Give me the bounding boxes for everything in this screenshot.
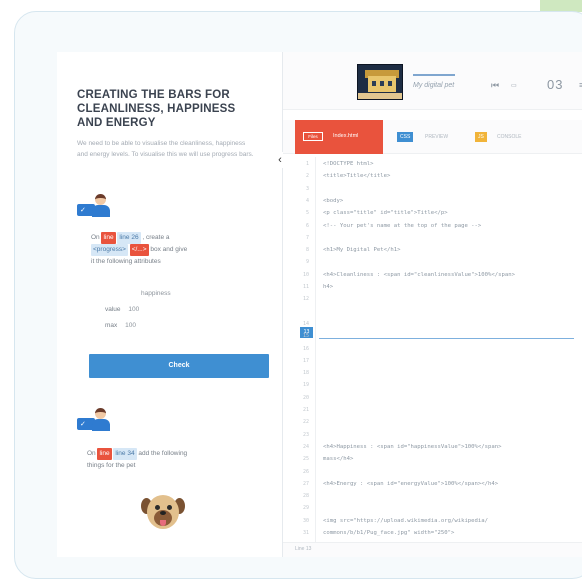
line-number: 11 [302,284,309,290]
line-number: 6 [305,222,309,229]
code-line[interactable]: mass</h4> [323,456,353,462]
lesson-intro: We need to be able to visualise the clea… [77,140,254,158]
line-number: 22 [302,419,309,426]
progress-tag: <progress> [91,244,128,256]
status-text: Line 13 [295,546,312,552]
tab-js[interactable]: JS [475,132,487,142]
album-art [357,64,403,100]
attribute-max: max 100 [105,322,136,329]
attribute-value: value 100 [105,306,140,313]
code-line[interactable]: <h1>My Digital Pet</h1> [323,247,400,253]
line-number: 14 [302,320,309,327]
step-1-suffix: box and give [150,246,188,253]
line-number: 4 [305,197,309,204]
track-progress-bar [413,74,455,76]
line-number: 16 [302,345,309,352]
editor-toolbar: Files Index.html CSS PREVIEW JS CONSOLE [283,120,582,154]
line-number: 26 [302,468,309,475]
line-number: 9 [305,259,309,266]
line-number: 29 [302,505,309,512]
line-number: 17 [302,357,309,364]
line-number: 2 [305,173,309,180]
volume-icon[interactable]: ▭ [511,82,517,89]
device-frame: CREATING THE BARS FOR CLEANLINESS, HAPPI… [14,11,582,579]
line-number: 18 [302,370,309,377]
code-line[interactable]: <title>Title</title> [323,173,390,179]
preview-label[interactable]: PREVIEW [425,132,448,142]
code-line[interactable]: <!DOCTYPE html> [323,161,374,167]
console-label[interactable]: CONSOLE [497,132,521,142]
step-2-instruction: On line line 34 add the following things… [87,448,188,469]
line-number: 3 [305,185,309,192]
editor-status-bar: Line 13 [283,542,582,557]
line-number: 12 [302,296,309,303]
code-line[interactable]: <!-- Your pet's name at the top of the p… [323,223,481,229]
step-1-instruction: On line line 26 , create a <progress> </… [91,232,271,268]
skip-back-icon[interactable]: ⏮ [491,80,499,91]
code-line[interactable]: <h4>Happiness : <span id="happinessValue… [323,444,502,450]
line-number: 30 [302,517,309,524]
line-number: 20 [302,394,309,401]
track-title: My digital pet [413,82,455,89]
code-line[interactable]: h4> [323,284,333,290]
code-line[interactable]: <p class="title" id="title">Title</p> [323,210,448,216]
code-line[interactable]: <h4>Cleanliness : <span id="cleanlinessV… [323,272,515,278]
line-number: 8 [305,247,309,254]
file-tab-active[interactable]: Files Index.html [295,120,383,154]
music-player: My digital pet ⏮ ▭ 03 ≡ [283,52,582,110]
line-number: 28 [302,493,309,500]
close-tag: </...> [129,244,149,256]
step-1-prefix: On [91,234,100,241]
lesson-title: CREATING THE BARS FOR CLEANLINESS, HAPPI… [77,89,236,129]
code-editor-panel: My digital pet ⏮ ▭ 03 ≡ Files Index.html… [283,52,582,557]
files-button[interactable]: Files [303,132,323,141]
student-avatar-icon: ✓ [77,194,111,220]
line-number: 5 [305,210,309,217]
line-number: 27 [302,480,309,487]
file-name: Index.html [333,133,359,139]
lesson-panel: CREATING THE BARS FOR CLEANLINESS, HAPPI… [57,52,283,557]
line-reference-2[interactable]: line 34 [113,448,137,460]
code-line[interactable]: <h4>Energy : <span id="energyValue">100%… [323,481,498,487]
line-number: 10 [302,271,309,278]
code-line[interactable]: commons/b/b1/Pug_face.jpg" width="250"> [323,530,454,536]
gutter-divider [315,157,316,542]
student-avatar-icon-2: ✓ [77,408,111,434]
step-1-line2: it the following attributes [91,258,161,265]
attribute-id: happiness [141,290,171,297]
line-number: 23 [302,431,309,438]
line-number: 19 [302,382,309,389]
line-number: 24 [302,443,309,450]
line-number: 21 [302,407,309,413]
code-line[interactable]: <img src="https://upload.wikimedia.org/w… [323,518,488,524]
pug-illustration-icon [141,492,185,540]
tab-css[interactable]: CSS [397,132,414,142]
line-number: 1 [305,161,309,167]
line-number: 25 [302,456,309,463]
step-1-middle: , create a [142,234,170,241]
check-button[interactable]: Check [89,354,269,378]
code-line[interactable]: <body> [323,198,343,204]
line-number: 7 [305,234,309,241]
line-number: 15 [302,333,309,340]
line-tag-2: line [97,448,112,460]
line-reference[interactable]: line 26 [117,232,141,244]
code-area[interactable]: 13 1 <!DOCTYPE html> 2 <title>Title</title>… [283,157,582,542]
line-number: 31 [302,530,309,536]
step-counter: 03 [547,77,564,92]
active-code-line[interactable] [319,327,574,339]
line-tag: line [101,232,116,244]
